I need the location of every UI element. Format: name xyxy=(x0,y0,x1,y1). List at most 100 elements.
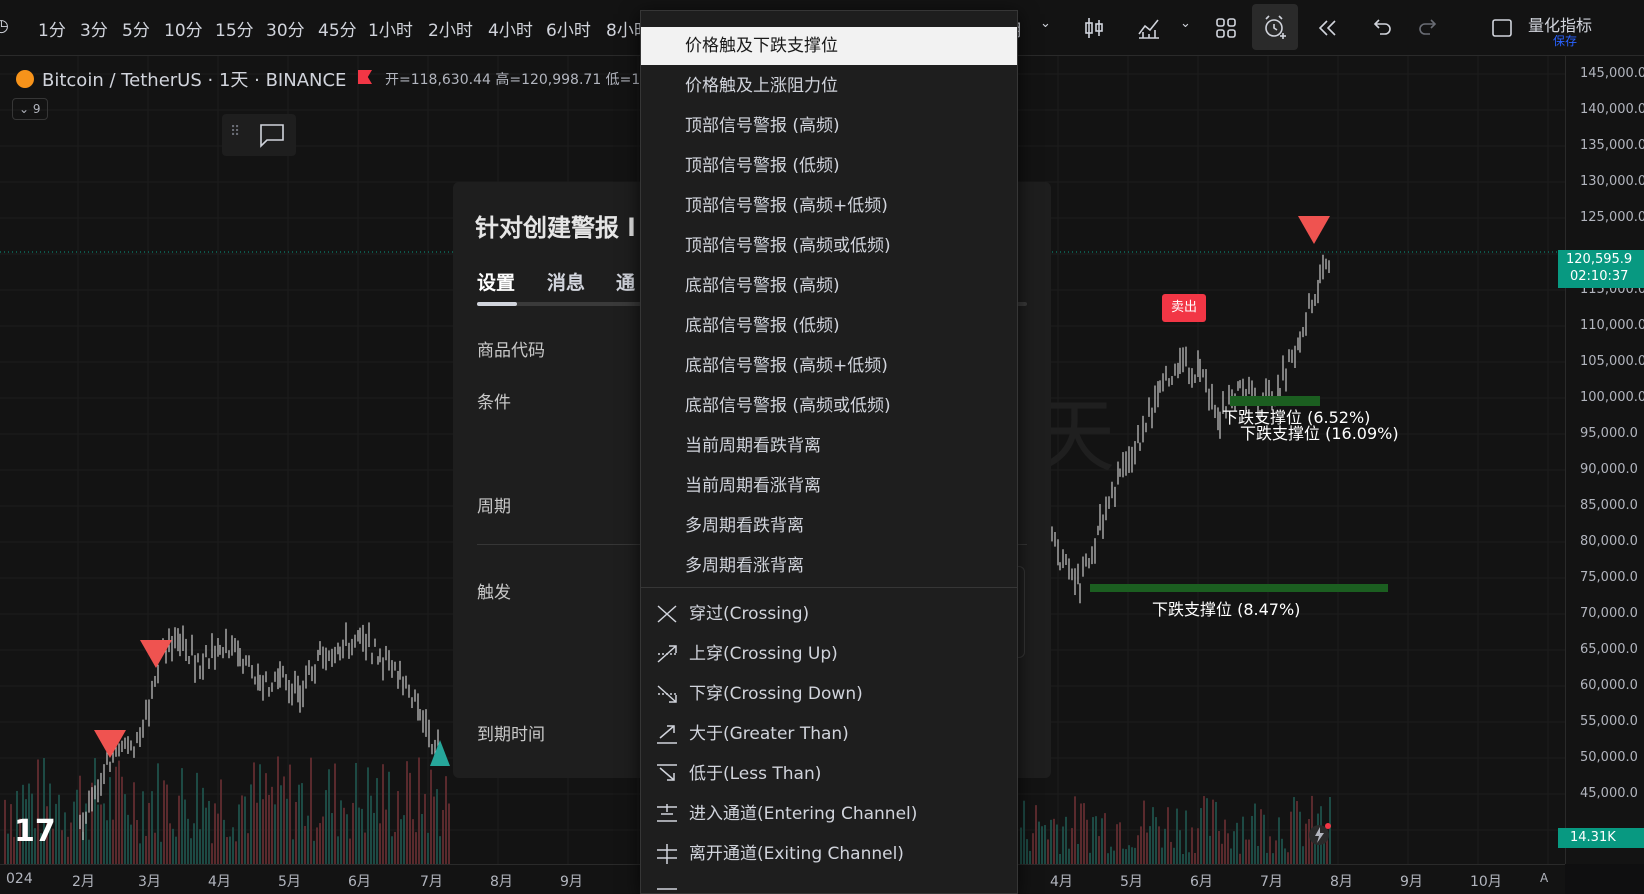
field-label-condition: 条件 xyxy=(477,393,511,413)
dropdown-item[interactable]: 底部信号警报 (高频) xyxy=(641,267,1017,305)
indicators-icon[interactable] xyxy=(1135,14,1163,42)
fullscreen-icon[interactable] xyxy=(1488,14,1516,42)
volume-bar xyxy=(67,836,69,864)
comment-icon[interactable] xyxy=(258,122,286,148)
volume-bar xyxy=(1146,832,1148,864)
volume-bar xyxy=(1020,827,1022,864)
volume-bar xyxy=(127,814,129,864)
volume-bar xyxy=(1230,848,1232,864)
volume-bar xyxy=(1101,818,1103,864)
volume-bar xyxy=(1269,836,1271,864)
time-tick-label: 8月 xyxy=(1330,874,1353,890)
volume-bar xyxy=(1272,853,1274,864)
dropdown-item[interactable]: 多周期看跌背离 xyxy=(641,507,1017,545)
interval-button[interactable]: 45分 xyxy=(318,16,357,41)
volume-bar xyxy=(1170,841,1172,864)
interval-button[interactable]: 2小时 xyxy=(428,16,473,41)
interval-button[interactable]: 30分 xyxy=(266,16,305,41)
lightning-icon[interactable] xyxy=(1306,820,1334,848)
dropdown-item[interactable]: 顶部信号警报 (高频或低频) xyxy=(641,227,1017,265)
condition-option[interactable]: 上穿(Crossing Up) xyxy=(641,635,1017,673)
volume-bar xyxy=(1161,847,1163,864)
interval-button[interactable]: 1分 xyxy=(38,16,66,41)
interval-button[interactable]: 5分 xyxy=(122,16,150,41)
dropdown-item[interactable]: 底部信号警报 (高频+低频) xyxy=(641,347,1017,385)
undo-icon[interactable] xyxy=(1368,14,1396,42)
condition-option[interactable]: 离开通道(Exiting Channel) xyxy=(641,835,1017,873)
condition-option[interactable]: 大于(Greater Than) xyxy=(641,715,1017,753)
condition-label: 低于(Less Than) xyxy=(689,764,822,784)
volume-bar xyxy=(340,800,342,864)
volume-bar xyxy=(325,790,327,864)
interval-button[interactable]: 10分 xyxy=(164,16,203,41)
dropdown-item[interactable]: 价格触及下跌支撑位 xyxy=(641,27,1017,65)
volume-bar xyxy=(172,828,174,864)
sell-signal-badge: 卖出 xyxy=(1162,294,1206,322)
tab-notifications[interactable]: 通 xyxy=(616,268,635,295)
tab-settings[interactable]: 设置 xyxy=(477,268,515,295)
volume-bar xyxy=(301,783,303,864)
condition-option[interactable]: 进入通道(Entering Channel) xyxy=(641,795,1017,833)
interval-button[interactable]: 4小时 xyxy=(488,16,533,41)
volume-bar xyxy=(445,776,447,864)
volume-bar xyxy=(397,791,399,864)
chevron-down-icon[interactable]: ⌄ xyxy=(1040,16,1051,31)
volume-bar xyxy=(1089,852,1091,864)
volume-bar xyxy=(238,804,240,864)
volume-bar xyxy=(1053,818,1055,864)
volume-bar xyxy=(58,794,60,864)
dropdown-item[interactable]: 顶部信号警报 (高频+低频) xyxy=(641,187,1017,225)
volume-bar xyxy=(304,825,306,864)
dropdown-item[interactable]: 多周期看涨背离 xyxy=(641,547,1017,585)
volume-bar xyxy=(319,823,321,864)
price-axis[interactable]: 145,000.0 140,000.0 135,000.0 130,000.0 125,… xyxy=(1565,56,1644,864)
volume-bar xyxy=(103,803,105,864)
volume-bar xyxy=(1233,831,1235,864)
dropdown-item[interactable]: 价格触及上涨阻力位 xyxy=(641,67,1017,105)
dialog-title: 针对创建警报 l xyxy=(475,214,636,242)
dropdown-item[interactable]: 当前周期看跌背离 xyxy=(641,427,1017,465)
volume-bar xyxy=(1068,848,1070,864)
volume-bar xyxy=(394,831,396,864)
auto-scale-button[interactable]: A xyxy=(1540,871,1548,885)
dropdown-item[interactable]: 顶部信号警报 (高频) xyxy=(641,107,1017,145)
save-status[interactable]: 保存 xyxy=(1553,32,1577,49)
clock-icon[interactable]: ◷ xyxy=(0,16,9,36)
volume-bar xyxy=(94,758,96,864)
dropdown-item[interactable]: 当前周期看涨背离 xyxy=(641,467,1017,505)
volume-bar xyxy=(130,824,132,864)
volume-bar xyxy=(1092,817,1094,864)
layout-grid-icon[interactable] xyxy=(1212,14,1240,42)
interval-button[interactable]: 1小时 xyxy=(368,16,413,41)
condition-option[interactable]: 低于(Less Than) xyxy=(641,755,1017,793)
alert-button[interactable] xyxy=(1252,4,1298,50)
indicators-collapse-button[interactable]: ⌄ 9 xyxy=(12,98,48,120)
volume-bar xyxy=(1254,803,1256,864)
interval-button[interactable]: 15分 xyxy=(215,16,254,41)
condition-option[interactable]: 下穿(Crossing Down) xyxy=(641,675,1017,713)
dropdown-item[interactable]: 底部信号警报 (低频) xyxy=(641,307,1017,345)
interval-button[interactable]: 3分 xyxy=(80,16,108,41)
volume-bar xyxy=(1047,839,1049,864)
replay-icon[interactable] xyxy=(1314,14,1342,42)
volume-bar xyxy=(1239,853,1241,864)
redo-icon[interactable] xyxy=(1414,14,1442,42)
dropdown-item[interactable]: 顶部信号警报 (低频) xyxy=(641,147,1017,185)
interval-button[interactable]: 6小时 xyxy=(546,16,591,41)
condition-option[interactable]: 穿过(Crossing) xyxy=(641,595,1017,633)
condition-option-partial[interactable] xyxy=(641,875,1017,893)
time-tick-label: 3月 xyxy=(138,874,161,890)
chevron-down-icon[interactable]: ⌄ xyxy=(1180,16,1191,31)
symbol-title[interactable]: Bitcoin / TetherUS · 1天 · BINANCE xyxy=(42,66,346,92)
candle-type-icon[interactable] xyxy=(1080,14,1108,42)
volume-bar xyxy=(145,835,147,864)
condition-label: 进入通道(Entering Channel) xyxy=(689,804,918,824)
volume-bar xyxy=(175,836,177,864)
tab-message[interactable]: 消息 xyxy=(547,268,585,295)
dropdown-item[interactable]: 底部信号警报 (高频或低频) xyxy=(641,387,1017,425)
volume-bar xyxy=(1074,796,1076,864)
drag-handle-icon[interactable]: ⠿ xyxy=(230,124,240,140)
volume-bar xyxy=(217,813,219,864)
volume-bar xyxy=(1173,847,1175,864)
crossing-down-icon xyxy=(657,685,677,703)
